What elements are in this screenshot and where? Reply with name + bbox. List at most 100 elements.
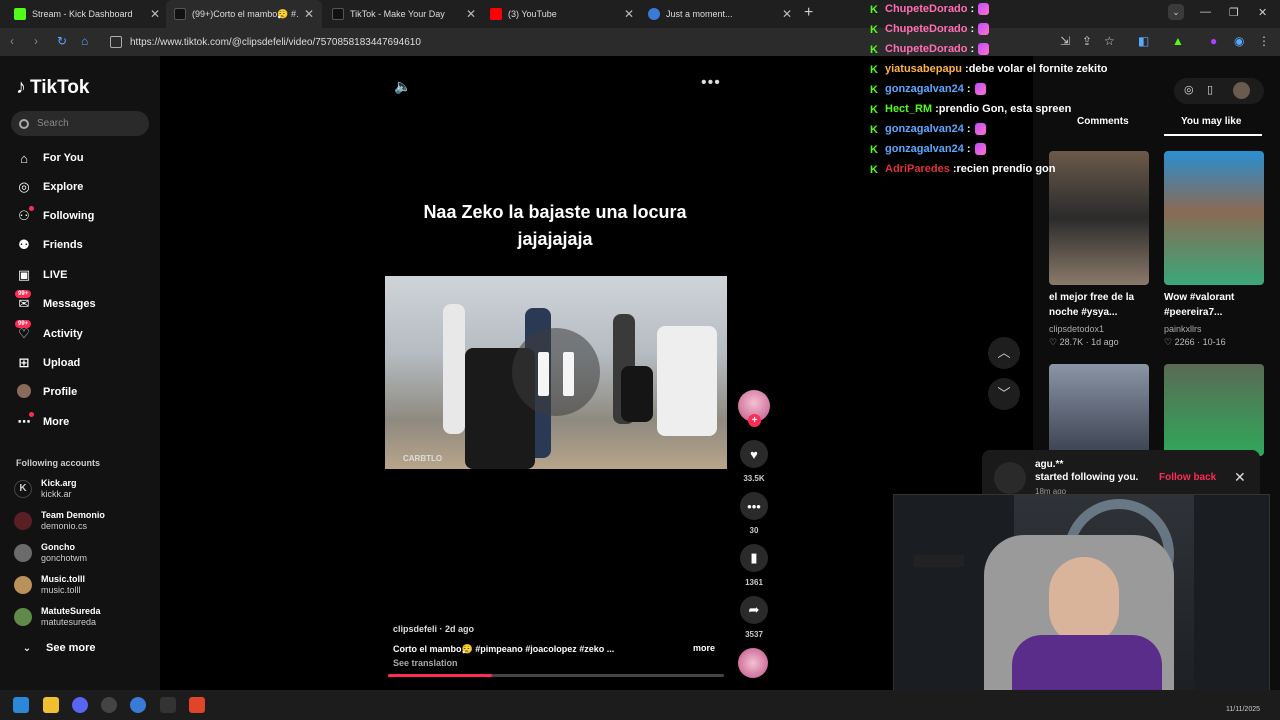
close-icon[interactable]: ✕	[466, 7, 476, 21]
card-user[interactable]: painkxllrs	[1164, 324, 1202, 334]
back-icon[interactable]: ‹	[10, 34, 14, 48]
chat-username[interactable]: gonzagalvan24	[885, 123, 964, 135]
new-tab-button[interactable]: +	[804, 4, 813, 22]
nav-for-you[interactable]: ⌂ For You	[15, 148, 83, 168]
chat-username[interactable]: gonzagalvan24	[885, 143, 964, 155]
close-icon[interactable]: ✕	[304, 7, 314, 21]
install-icon[interactable]: ⇲	[1060, 34, 1070, 48]
brave-icon[interactable]	[189, 697, 205, 713]
browser-tab-bar: Stream - Kick Dashboard ✕ (99+)Corto el …	[0, 0, 1280, 28]
following-account[interactable]: MatuteSureda matutesureda	[14, 606, 101, 628]
video-author[interactable]: clipsdefeli · 2d ago	[393, 624, 723, 634]
comment-button[interactable]: ••• 30	[737, 492, 771, 535]
live-icon: ▣	[17, 267, 31, 282]
bookmark-icon[interactable]: ☆	[1104, 34, 1115, 48]
tab-comments[interactable]: Comments	[1077, 116, 1129, 127]
nav-messages[interactable]: ✉ 99+ Messages	[15, 290, 96, 314]
chat-username[interactable]: gonzagalvan24	[885, 83, 964, 95]
profile-icon[interactable]: ◉	[1234, 34, 1244, 48]
nav-profile[interactable]: Profile	[15, 382, 77, 402]
url-field[interactable]: https://www.tiktok.com/@clipsdefeli/vide…	[104, 32, 864, 52]
following-account[interactable]: K Kick.arg kickk.ar	[14, 478, 77, 500]
following-account[interactable]: Music.tolll music.tolll	[14, 574, 85, 596]
home-icon[interactable]: ⌂	[81, 34, 88, 48]
share-icon[interactable]: ⇪	[1082, 34, 1092, 48]
browser-tab[interactable]: Stream - Kick Dashboard ✕	[6, 0, 168, 28]
tiktok-logo[interactable]: ♪ TikTok	[16, 76, 89, 99]
tab-you-may-like[interactable]: You may like	[1181, 116, 1241, 127]
share-button[interactable]: ➦ 3537	[737, 596, 771, 639]
video-player[interactable]: CARBTLO	[385, 276, 727, 469]
maximize-icon[interactable]: ❐	[1229, 6, 1239, 19]
nav-activity[interactable]: ♡ 99+ Activity	[15, 320, 83, 344]
extension-icon[interactable]: ▲	[1172, 34, 1184, 48]
close-icon[interactable]: ✕	[150, 7, 160, 21]
see-more-button[interactable]: ⌄ See more	[18, 638, 96, 658]
more-link[interactable]: more	[693, 643, 715, 653]
follow-back-button[interactable]: Follow back	[1159, 472, 1216, 483]
chat-username[interactable]: ChupeteDorado	[885, 23, 968, 35]
chat-username[interactable]: ChupeteDorado	[885, 43, 968, 55]
video-thumbnail[interactable]	[1049, 364, 1149, 456]
browser-tab-active[interactable]: (99+)Corto el mambo😮‍💨 #… ✕	[166, 0, 322, 28]
chat-username[interactable]: yiatusabepapu	[885, 63, 962, 75]
card-user[interactable]: clipsdetodox1	[1049, 324, 1104, 334]
nav-more[interactable]: ⋯ More	[15, 412, 69, 432]
video-thumbnail[interactable]	[1164, 364, 1264, 456]
nav-friends[interactable]: ⚉ Friends	[15, 235, 83, 255]
more-options-icon[interactable]: •••	[701, 74, 721, 92]
card-title[interactable]: Wow #valorant #peereira7...	[1164, 290, 1268, 320]
nav-explore[interactable]: ◎ Explore	[15, 177, 83, 197]
video-thumbnail[interactable]	[1164, 151, 1264, 285]
nav-upload[interactable]: ⊞ Upload	[15, 353, 81, 373]
extension-icon[interactable]: ◧	[1138, 34, 1149, 48]
device-icon[interactable]: ▯	[1207, 83, 1213, 96]
app-icon[interactable]	[160, 697, 176, 713]
extension-icon[interactable]: ●	[1210, 34, 1217, 48]
notification-text: started following you.	[1035, 472, 1139, 483]
follow-plus-icon[interactable]: +	[748, 414, 761, 427]
video-progress-bar[interactable]	[388, 674, 724, 677]
menu-icon[interactable]: ⋮	[1258, 34, 1270, 48]
obs-icon[interactable]	[101, 697, 117, 713]
chat-username[interactable]: AdriParedes	[885, 163, 950, 175]
reload-icon[interactable]: ↻	[57, 34, 67, 48]
music-disc-icon[interactable]	[738, 648, 768, 678]
avatar	[14, 608, 32, 626]
close-icon[interactable]: ✕	[1234, 469, 1246, 486]
browser-tab[interactable]: (3) YouTube ✕	[482, 0, 642, 28]
like-button[interactable]: ♥ 33.5K	[737, 440, 771, 483]
site-info-icon[interactable]	[110, 36, 122, 48]
browser-tab[interactable]: TikTok - Make Your Day ✕	[324, 0, 484, 28]
save-button[interactable]: ▮ 1361	[737, 544, 771, 587]
discord-icon[interactable]	[72, 697, 88, 713]
chat-username[interactable]: Hect_RM	[885, 103, 932, 115]
minimize-icon[interactable]: —	[1200, 6, 1211, 18]
forward-icon[interactable]: ›	[34, 34, 38, 48]
video-thumbnail[interactable]	[1049, 151, 1149, 285]
browser-tab[interactable]: Just a moment... ✕	[640, 0, 800, 28]
chat-username[interactable]: ChupeteDorado	[885, 3, 968, 15]
see-translation-link[interactable]: See translation	[393, 658, 723, 668]
close-icon[interactable]: ✕	[782, 7, 792, 21]
previous-video-button[interactable]: ︿	[988, 337, 1020, 369]
volume-icon[interactable]: 🔈	[394, 78, 411, 95]
window-close-icon[interactable]: ✕	[1258, 6, 1267, 19]
compass-icon[interactable]: ◎	[1184, 83, 1194, 96]
search-input[interactable]: Search	[11, 111, 149, 136]
microphone-arm	[914, 555, 964, 567]
youtube-icon	[490, 8, 502, 20]
tab-search-icon[interactable]: ⌄	[1168, 4, 1184, 20]
file-explorer-icon[interactable]	[43, 697, 59, 713]
windows-start-icon[interactable]	[13, 697, 29, 713]
following-account[interactable]: Goncho gonchotwm	[14, 542, 87, 564]
next-video-button[interactable]: ﹀	[988, 378, 1020, 410]
card-title[interactable]: el mejor free de la noche #ysya...	[1049, 290, 1153, 320]
pause-overlay[interactable]	[512, 328, 600, 416]
nav-live[interactable]: ▣ LIVE	[15, 265, 68, 285]
following-account[interactable]: Team Demonio demonio.cs	[14, 510, 105, 532]
nav-following[interactable]: ⚇ Following	[15, 206, 94, 226]
close-icon[interactable]: ✕	[624, 7, 634, 21]
browser-icon[interactable]	[130, 697, 146, 713]
avatar[interactable]	[1233, 82, 1250, 99]
